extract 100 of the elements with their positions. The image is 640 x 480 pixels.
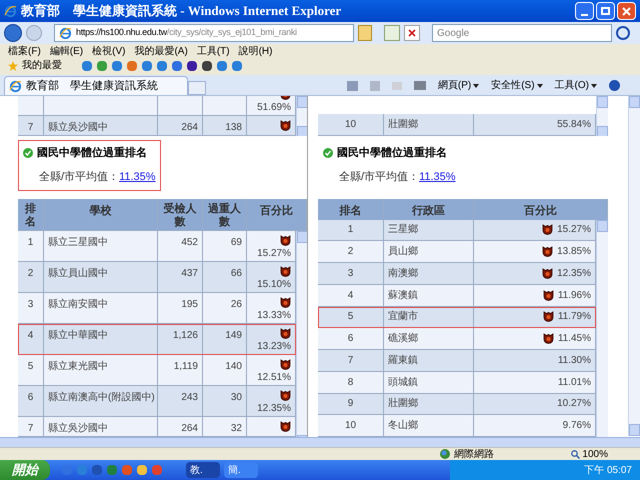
table-cell: 32 — [230, 423, 242, 434]
table-cell: 6 — [28, 392, 34, 404]
globe-icon — [440, 449, 450, 459]
average-label: 全縣/市平均值： — [339, 171, 420, 184]
table-cell-text: 4 — [348, 288, 354, 303]
column-header[interactable]: 學校 — [90, 202, 112, 230]
table-cell: 138 — [225, 122, 242, 133]
menu-item[interactable]: 編輯(E) — [50, 44, 84, 58]
column-header[interactable]: 排名 — [24, 202, 36, 230]
table-cell: 2 — [28, 268, 34, 280]
scrollbar[interactable] — [296, 96, 307, 136]
table-cell: 縣立中華國中 — [48, 330, 108, 342]
table-cell-text: 11.45% — [558, 332, 591, 346]
star-icon — [8, 60, 18, 70]
table-cell-text: 員山鄉 — [388, 244, 418, 260]
table-cell: 264 — [181, 122, 198, 133]
search-field[interactable]: Google — [432, 24, 612, 42]
magnifier-icon — [571, 450, 580, 458]
command-menu[interactable]: 網頁(P) — [438, 78, 480, 93]
table-cell: 149 — [225, 330, 242, 342]
table-cell-text: 三星鄉 — [388, 222, 418, 238]
scrollbar[interactable] — [296, 231, 307, 437]
browser-icon — [4, 4, 17, 18]
table-cell-text: 3 — [348, 266, 354, 281]
table-cell-text: 12.35% — [257, 402, 291, 416]
table-cell-text: 6 — [348, 332, 354, 346]
table-cell: 4 — [28, 330, 34, 342]
selected-row[interactable]: 5 宜蘭市 11.79% — [318, 306, 596, 328]
table-cell: 1,126 — [172, 330, 198, 342]
table-cell-text: 礁溪鄉 — [388, 332, 418, 346]
column-header[interactable]: 百分比 — [260, 202, 293, 230]
address-field[interactable]: https://hs100.nhu.edu.tw/city_sys/city_sys_ej101_bmi_ranki — [54, 24, 354, 42]
scrollbar[interactable] — [628, 96, 640, 436]
menu-item[interactable]: 說明(H) — [238, 44, 272, 58]
maximize-button[interactable] — [596, 2, 615, 20]
favorites-button[interactable]: 我的最愛 — [22, 58, 62, 73]
back-button[interactable] — [4, 24, 22, 42]
command-menu[interactable]: 安全性(S) — [491, 78, 543, 93]
table-cell: 69 — [230, 237, 242, 248]
taskbar-button[interactable]: 簡. — [224, 462, 258, 478]
horizontal-scrollbar[interactable] — [0, 437, 640, 447]
table-cell-text: 9 — [348, 397, 354, 412]
column-header[interactable]: 行政區 — [412, 202, 445, 220]
table-cell-text: 9.76% — [562, 419, 591, 434]
clock: 下午 05:07 — [584, 464, 632, 478]
minimize-button[interactable] — [575, 2, 594, 20]
table-cell-text: 壯圍鄉 — [388, 118, 418, 132]
table-cell: 1 — [28, 237, 34, 248]
table-cell: 縣立三星國中 — [48, 237, 108, 248]
zoom-control[interactable]: 100% — [571, 446, 608, 462]
average-link[interactable]: 11.35% — [419, 171, 456, 184]
table-cell-text: 55.84% — [557, 118, 591, 132]
browser-icon — [59, 26, 72, 40]
table-cell-text: 12.51% — [257, 371, 291, 386]
table-cell: 452 — [181, 237, 198, 248]
caret-icon — [536, 84, 543, 88]
table-cell: 3 — [28, 299, 34, 310]
table-cell-text: 10.27% — [557, 397, 591, 412]
scrollbar[interactable] — [596, 220, 608, 437]
table-cell-text: 壯圍鄉 — [388, 396, 418, 412]
table-cell: 26 — [230, 299, 242, 310]
table-cell-text: 南澳鄉 — [388, 266, 418, 281]
table-cell-text: 5 — [348, 310, 354, 324]
column-header[interactable]: 排名 — [340, 202, 362, 220]
table-cell-text: 頭城鎮 — [388, 376, 418, 390]
table-cell-text: 7 — [348, 354, 354, 368]
forward-button[interactable] — [26, 25, 42, 41]
new-tab-button[interactable] — [188, 81, 206, 95]
table-cell-text: 2 — [348, 245, 354, 260]
search-icon[interactable] — [616, 26, 630, 40]
table-cell-text: 10 — [344, 419, 356, 434]
close-icon[interactable] — [404, 25, 420, 41]
column-header[interactable]: 過重人數 — [206, 202, 242, 230]
start-button[interactable]: 開始 — [0, 460, 50, 480]
taskbar-button[interactable]: 教. — [186, 462, 220, 478]
check-icon — [323, 148, 333, 158]
average-label: 全縣/市平均值： — [39, 171, 120, 184]
window-title: 教育部 學生健康資訊系統 - Windows Internet Explorer — [21, 2, 342, 20]
table-cell: 縣立吳沙國中 — [48, 423, 108, 434]
refresh-button[interactable] — [384, 25, 400, 41]
table-cell-text: 15.27% — [557, 223, 591, 238]
menu-item[interactable]: 檢視(V) — [92, 44, 126, 58]
table-cell: 5 — [28, 361, 34, 372]
average-link[interactable]: 11.35% — [119, 171, 156, 184]
close-button[interactable] — [617, 2, 636, 20]
command-menu[interactable]: 工具(O) — [554, 78, 597, 93]
menu-item[interactable]: 檔案(F) — [8, 44, 41, 58]
column-header[interactable]: 百分比 — [524, 202, 557, 220]
table-cell-text: 11.79% — [558, 310, 591, 324]
column-header[interactable]: 受檢人數 — [162, 202, 198, 230]
browser-tab[interactable]: 教育部 學生健康資訊系統 — [4, 76, 188, 95]
selected-row[interactable]: 4 縣立中華國中 1,126 149 13.23% — [18, 324, 296, 356]
table-cell: 縣立員山國中 — [48, 268, 108, 280]
table-cell-text: 10 — [344, 118, 356, 132]
menu-item[interactable]: 工具(T) — [196, 44, 230, 58]
table-cell-text: 13.33% — [257, 309, 291, 324]
caret-icon — [591, 84, 597, 88]
menu-item[interactable]: 我的最愛(A) — [134, 44, 188, 58]
scrollbar[interactable] — [596, 96, 608, 136]
table-cell: 1,119 — [174, 361, 198, 372]
